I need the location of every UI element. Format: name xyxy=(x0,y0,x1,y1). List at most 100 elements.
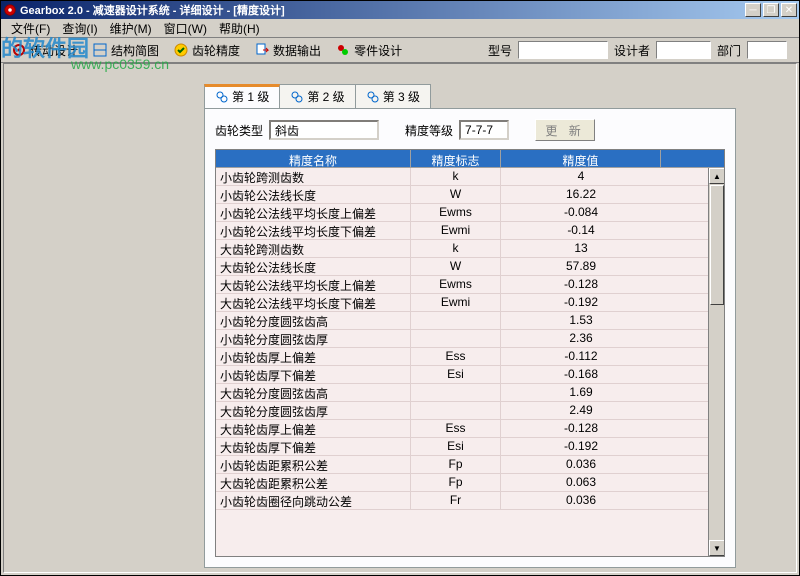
stage-icon xyxy=(290,90,304,104)
table-row[interactable]: 小齿轮跨测齿数k4 xyxy=(216,168,724,186)
precision-grade-input[interactable] xyxy=(459,120,509,140)
cell-symbol: Ewmi xyxy=(411,294,501,311)
table-row[interactable]: 小齿轮齿圈径向跳动公差Fr0.036 xyxy=(216,492,724,510)
scroll-down-button[interactable]: ▼ xyxy=(709,540,725,556)
table-row[interactable]: 小齿轮分度圆弦齿厚2.36 xyxy=(216,330,724,348)
tab2-label: 第 2 级 xyxy=(307,88,344,105)
cell-name: 小齿轮齿圈径向跳动公差 xyxy=(216,492,411,509)
cell-name: 小齿轮公法线平均长度上偏差 xyxy=(216,204,411,221)
cell-name: 小齿轮齿距累积公差 xyxy=(216,456,411,473)
cell-value: 4 xyxy=(501,168,661,185)
stage-icon xyxy=(366,90,380,104)
precision-button[interactable]: 齿轮精度 xyxy=(167,39,246,62)
parts-label: 零件设计 xyxy=(354,42,402,59)
table-row[interactable]: 大齿轮分度圆弦齿高 1.69 xyxy=(216,384,724,402)
content-area: 第 1 级 第 2 级 第 3 级 齿轮类型 精度等级 更 新 xyxy=(3,63,797,573)
structure-label: 结构简图 xyxy=(111,42,159,59)
cell-symbol: Fr xyxy=(411,492,501,509)
cell-name: 小齿轮公法线长度 xyxy=(216,186,411,203)
precision-grade-label: 精度等级 xyxy=(405,122,453,139)
cell-value: -0.084 xyxy=(501,204,661,221)
menu-query[interactable]: 查询(I) xyxy=(56,18,103,39)
cell-value: -0.14 xyxy=(501,222,661,239)
th-symbol[interactable]: 精度标志 xyxy=(411,150,501,167)
cell-symbol: Ewms xyxy=(411,204,501,221)
cell-symbol xyxy=(411,312,501,329)
table-row[interactable]: 大齿轮公法线长度W57.89 xyxy=(216,258,724,276)
structure-button[interactable]: 结构简图 xyxy=(86,39,165,62)
transmission-button[interactable]: 传动设计 xyxy=(5,39,84,62)
dept-label: 部门 xyxy=(715,42,743,59)
menu-help[interactable]: 帮助(H) xyxy=(213,18,266,39)
cell-value: 1.69 xyxy=(501,384,661,401)
cell-value: 1.53 xyxy=(501,312,661,329)
cell-symbol: k xyxy=(411,240,501,257)
table-body: 小齿轮跨测齿数k4小齿轮公法线长度W16.22小齿轮公法线平均长度上偏差Ewms… xyxy=(216,168,724,557)
table-row[interactable]: 大齿轮跨测齿数k13 xyxy=(216,240,724,258)
vertical-scrollbar[interactable]: ▲ ▼ xyxy=(708,168,724,556)
menu-maintain[interactable]: 维护(M) xyxy=(104,18,158,39)
cell-value: 0.063 xyxy=(501,474,661,491)
parts-button[interactable]: 零件设计 xyxy=(329,39,408,62)
parts-icon xyxy=(335,42,351,58)
precision-icon xyxy=(173,42,189,58)
dept-input[interactable] xyxy=(747,41,787,59)
cell-value: 0.036 xyxy=(501,456,661,473)
cell-value: -0.128 xyxy=(501,420,661,437)
cell-name: 小齿轮齿厚下偏差 xyxy=(216,366,411,383)
transmission-label: 传动设计 xyxy=(30,42,78,59)
menu-file[interactable]: 文件(F) xyxy=(5,18,56,39)
designer-input[interactable] xyxy=(656,41,711,59)
cell-value: 2.36 xyxy=(501,330,661,347)
table-row[interactable]: 小齿轮公法线长度W16.22 xyxy=(216,186,724,204)
table-row[interactable]: 大齿轮齿厚上偏差Ess-0.128 xyxy=(216,420,724,438)
toolbar: 传动设计 结构简图 齿轮精度 数据输出 零件设计 型号 设计者 部门 xyxy=(1,37,799,63)
cell-name: 小齿轮齿厚上偏差 xyxy=(216,348,411,365)
cell-symbol: W xyxy=(411,258,501,275)
cell-name: 大齿轮齿厚下偏差 xyxy=(216,438,411,455)
th-value[interactable]: 精度值 xyxy=(501,150,661,167)
tab-stage1[interactable]: 第 1 级 xyxy=(204,84,280,108)
scroll-up-button[interactable]: ▲ xyxy=(709,168,725,184)
scroll-thumb[interactable] xyxy=(710,185,724,305)
menu-window[interactable]: 窗口(W) xyxy=(158,18,213,39)
cell-name: 大齿轮公法线平均长度上偏差 xyxy=(216,276,411,293)
cell-symbol xyxy=(411,384,501,401)
model-input[interactable] xyxy=(518,41,608,59)
close-button[interactable]: ✕ xyxy=(781,3,797,17)
tab-stage2[interactable]: 第 2 级 xyxy=(279,84,355,108)
cell-value: -0.112 xyxy=(501,348,661,365)
panel-stage1: 齿轮类型 精度等级 更 新 精度名称 精度标志 精度值 小齿轮跨测齿数k4小齿轮… xyxy=(204,108,736,568)
cell-name: 小齿轮跨测齿数 xyxy=(216,168,411,185)
output-button[interactable]: 数据输出 xyxy=(248,39,327,62)
cell-value: 57.89 xyxy=(501,258,661,275)
table-row[interactable]: 小齿轮齿距累积公差Fp0.036 xyxy=(216,456,724,474)
table-row[interactable]: 大齿轮齿厚下偏差Esi-0.192 xyxy=(216,438,724,456)
designer-label: 设计者 xyxy=(612,42,652,59)
update-button[interactable]: 更 新 xyxy=(535,119,595,141)
table-header: 精度名称 精度标志 精度值 xyxy=(216,150,724,168)
tab-stage3[interactable]: 第 3 级 xyxy=(355,84,431,108)
export-icon xyxy=(254,42,270,58)
window-title: Gearbox 2.0 - 减速器设计系统 - 详细设计 - [精度设计] xyxy=(20,2,745,18)
table-row[interactable]: 小齿轮齿厚上偏差Ess-0.112 xyxy=(216,348,724,366)
gear-type-input[interactable] xyxy=(269,120,379,140)
cell-name: 大齿轮分度圆弦齿高 xyxy=(216,384,411,401)
table-row[interactable]: 小齿轮公法线平均长度上偏差Ewms-0.084 xyxy=(216,204,724,222)
table-row[interactable]: 小齿轮分度圆弦齿高 1.53 xyxy=(216,312,724,330)
restore-button[interactable]: ❐ xyxy=(763,3,779,17)
titlebar: Gearbox 2.0 - 减速器设计系统 - 详细设计 - [精度设计] ─ … xyxy=(1,1,799,19)
th-name[interactable]: 精度名称 xyxy=(216,150,411,167)
diagram-icon xyxy=(92,42,108,58)
table-row[interactable]: 大齿轮公法线平均长度下偏差Ewmi-0.192 xyxy=(216,294,724,312)
minimize-button[interactable]: ─ xyxy=(745,3,761,17)
table-row[interactable]: 大齿轮公法线平均长度上偏差Ewms-0.128 xyxy=(216,276,724,294)
precision-table: 精度名称 精度标志 精度值 小齿轮跨测齿数k4小齿轮公法线长度W16.22小齿轮… xyxy=(215,149,725,557)
cell-value: -0.192 xyxy=(501,438,661,455)
form-row: 齿轮类型 精度等级 更 新 xyxy=(215,119,725,141)
table-row[interactable]: 小齿轮公法线平均长度下偏差Ewmi-0.14 xyxy=(216,222,724,240)
table-row[interactable]: 小齿轮齿厚下偏差Esi-0.168 xyxy=(216,366,724,384)
table-row[interactable]: 大齿轮分度圆弦齿厚2.49 xyxy=(216,402,724,420)
table-row[interactable]: 大齿轮齿距累积公差Fp0.063 xyxy=(216,474,724,492)
cell-name: 小齿轮分度圆弦齿高 xyxy=(216,312,411,329)
